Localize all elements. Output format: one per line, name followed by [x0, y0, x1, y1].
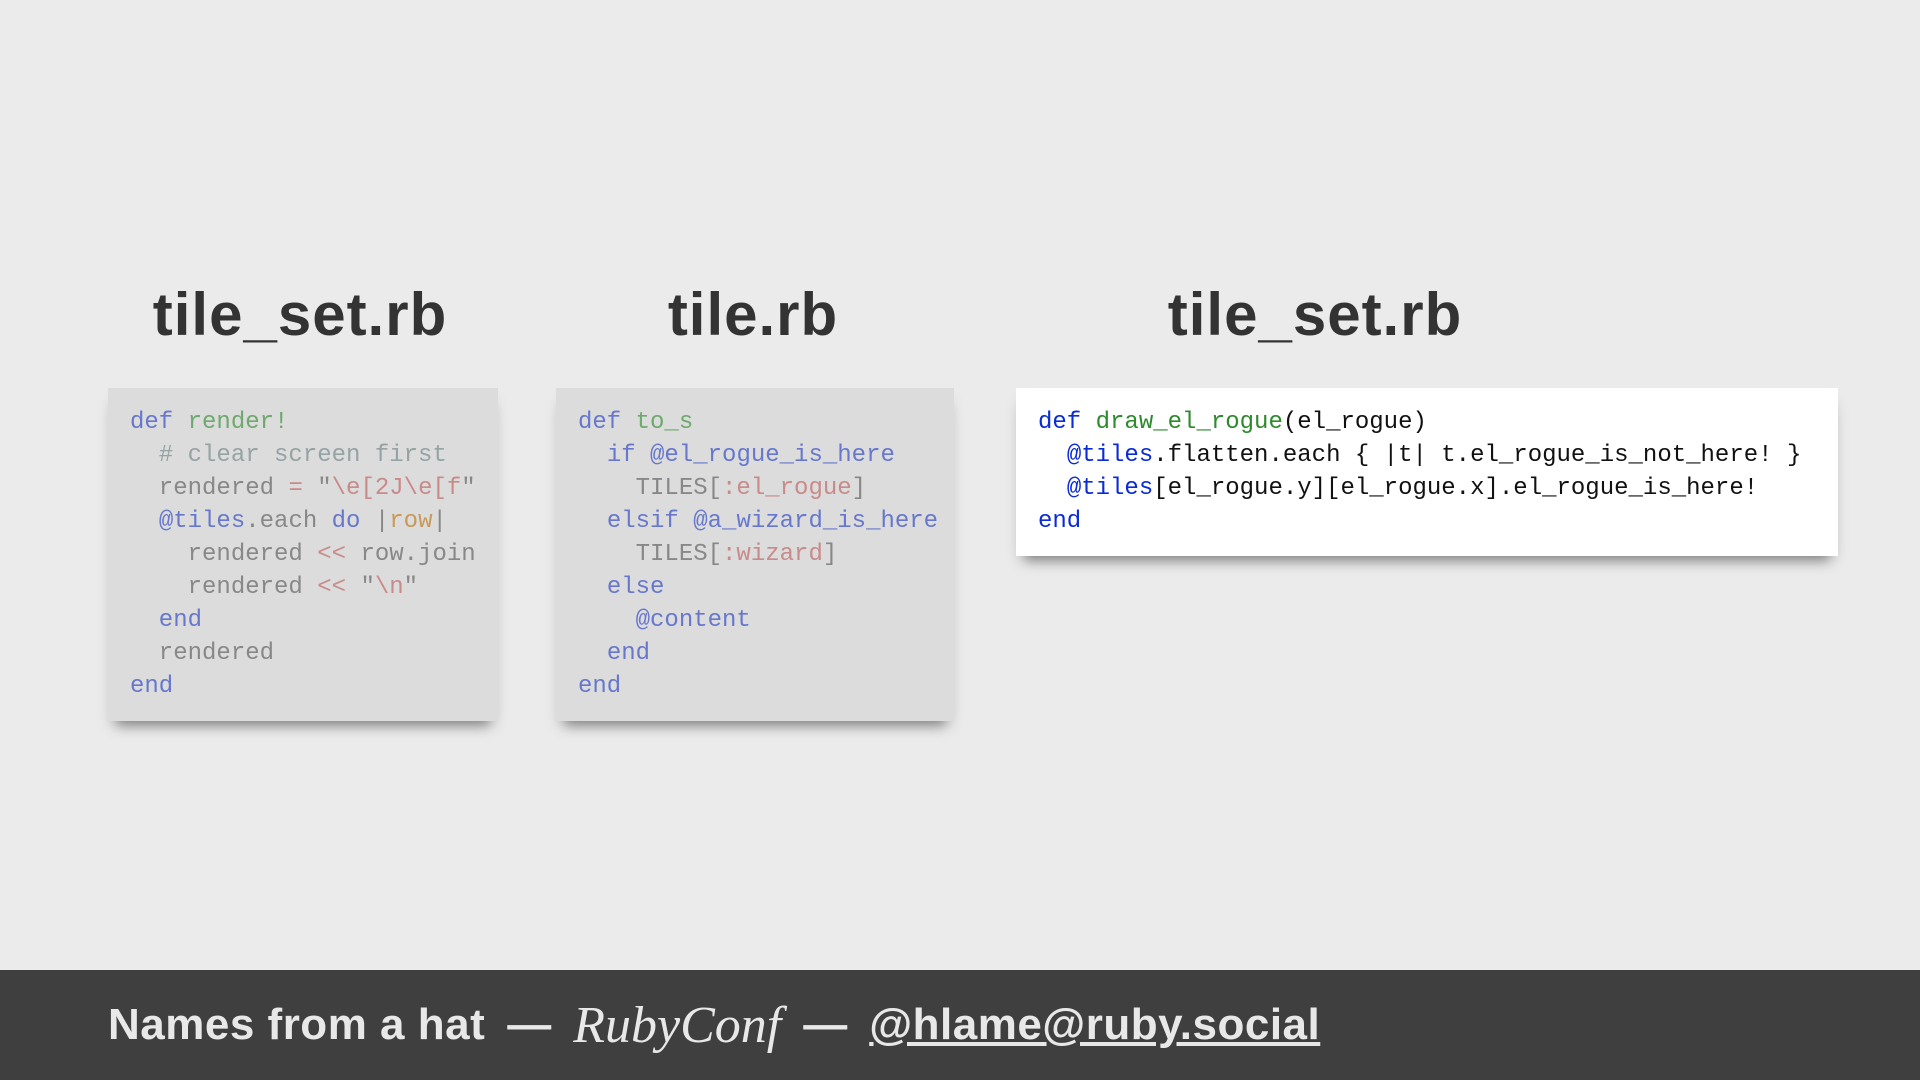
code-block: def draw_el_rogue(el_rogue) @tiles.flatt…: [1038, 406, 1816, 538]
card-title-1: tile_set.rb: [153, 280, 447, 349]
code-block: def render! # clear screen first rendere…: [130, 406, 476, 703]
code-card-tos: def to_s if @el_rogue_is_here TILES[:el_…: [556, 388, 954, 721]
footer-bar: Names from a hat — RubyConf — @hlame@rub…: [0, 970, 1920, 1080]
footer-title: Names from a hat: [108, 1000, 485, 1050]
code-card-draw: def draw_el_rogue(el_rogue) @tiles.flatt…: [1016, 388, 1838, 556]
footer-dash-1: —: [507, 1000, 551, 1050]
code-card-render: def render! # clear screen first rendere…: [108, 388, 498, 721]
card-title-2: tile.rb: [668, 280, 838, 349]
footer-dash-2: —: [803, 1000, 847, 1050]
rubyconf-logo: RubyConf: [573, 996, 781, 1055]
slide-stage: tile_set.rb tile.rb tile_set.rb def rend…: [0, 0, 1920, 1080]
card-title-3: tile_set.rb: [1168, 280, 1462, 349]
code-block: def to_s if @el_rogue_is_here TILES[:el_…: [578, 406, 932, 703]
footer-handle-link[interactable]: @hlame@ruby.social: [869, 1000, 1320, 1050]
